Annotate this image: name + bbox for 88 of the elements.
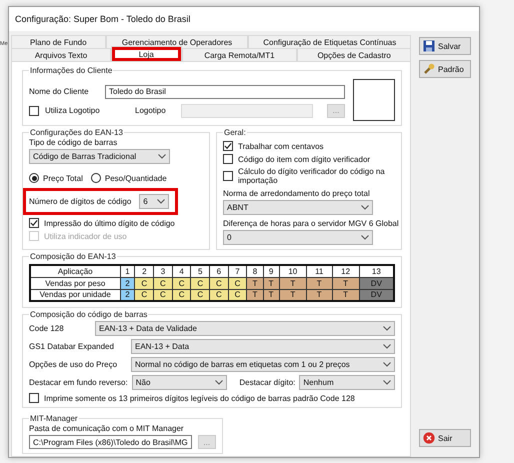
column-header: 7: [228, 265, 247, 277]
field-label: Norma de arredondamento do preço total: [223, 189, 370, 198]
column-header: 12: [332, 265, 360, 277]
checkbox-label: Imprime somente os 13 primeiros dígitos legíveis do código de barras padrão Code 128: [44, 394, 355, 402]
row-header: Vendas por peso: [30, 277, 120, 289]
chevron-down-icon: [157, 199, 166, 204]
tab[interactable]: Opções de Cadastro: [297, 48, 411, 61]
column-header: 3: [154, 265, 172, 277]
chevron-down-icon: [383, 380, 391, 385]
checkbox-label: Impressão do último dígito de código: [44, 218, 175, 228]
tab[interactable]: Carga Remota/MT1: [182, 48, 298, 61]
group-title: Composição do EAN-13: [29, 252, 117, 261]
field-label: Pasta de comunicação com o MIT Manager: [29, 424, 184, 433]
chevron-down-icon: [361, 205, 369, 210]
checkbox-label: Utiliza indicador de uso: [44, 232, 127, 240]
field-label: GS1 Databar Expanded: [29, 342, 115, 351]
option-dropdown[interactable]: Não: [132, 375, 228, 390]
field-label: Opções de uso do Preço: [29, 360, 118, 369]
chevron-down-icon: [383, 362, 391, 367]
logo-preview: [353, 79, 395, 121]
field-label: Nome do Cliente: [29, 87, 90, 96]
chevron-down-icon: [215, 380, 224, 385]
group-title: Composição do código de barras: [29, 310, 148, 319]
checkbox-label: Código do item com dígito verificador: [238, 154, 370, 164]
checkbox-label: Trabalhar com centavos: [238, 142, 324, 150]
option-dropdown[interactable]: ABNT: [223, 200, 373, 215]
column-header: 8: [246, 265, 264, 277]
column-header: 9: [263, 265, 280, 277]
option-dropdown[interactable]: 0: [223, 230, 373, 245]
radio-button[interactable]: [29, 173, 39, 183]
group-title: Geral:: [223, 128, 247, 137]
group-title: Configurações do EAN-13: [29, 128, 124, 137]
toolbar-button[interactable]: Salvar: [419, 37, 471, 55]
option-dropdown[interactable]: Normal no código de barras em etiquetas com 1 ou 2 preços: [131, 357, 395, 372]
chevron-down-icon: [383, 344, 391, 349]
checkbox[interactable]: [223, 141, 233, 151]
column-header: 5: [190, 265, 210, 277]
checkbox[interactable]: [223, 171, 233, 181]
field-label: Logotipo: [135, 106, 167, 115]
checkbox[interactable]: [29, 218, 39, 228]
toolbar-button[interactable]: Padrão: [419, 60, 471, 78]
checkbox[interactable]: [29, 393, 39, 403]
toolbar-button[interactable]: Sair: [419, 429, 471, 447]
radio-label: Peso/Quantidade: [104, 174, 167, 182]
close-icon: [423, 432, 435, 444]
group-title: Informações do Cliente: [29, 66, 114, 75]
radio-button[interactable]: [90, 173, 101, 183]
column-header: 2: [134, 265, 154, 277]
folder-path-field[interactable]: C:\Program Files (x86)\Toledo do Brasil\MG: [29, 435, 192, 449]
chevron-down-icon: [361, 235, 369, 240]
column-header: 11: [306, 265, 332, 277]
field-label: Code 128: [29, 324, 65, 333]
column-header: 6: [210, 265, 228, 277]
chevron-down-icon: [383, 326, 391, 331]
checkbox[interactable]: [29, 106, 39, 116]
column-header: 1: [120, 265, 135, 277]
checkbox-label: Utiliza Logotipo: [45, 106, 101, 115]
checkmark-icon: [224, 142, 232, 150]
column-header: 4: [172, 265, 191, 277]
tab[interactable]: Configuração de Etiquetas Contínuas: [248, 35, 412, 48]
option-dropdown[interactable]: Nenhum: [299, 375, 395, 390]
radio-label: Preço Total: [43, 174, 83, 182]
checkbox-label: Cálculo do dígito verificador do código na importação: [238, 167, 386, 185]
wrench-icon: [423, 63, 435, 75]
tab[interactable]: Gerenciamento de Operadores: [106, 35, 248, 48]
column-header: Aplicação: [30, 265, 120, 277]
field-label: Destacar em fundo reverso:: [29, 378, 128, 387]
client-name-field[interactable]: Toledo do Brasil: [105, 84, 345, 98]
option-dropdown[interactable]: EAN-13 + Data de Validade: [95, 321, 395, 336]
tab[interactable]: Plano de Fundo: [11, 35, 106, 48]
column-header: 13: [359, 265, 394, 277]
tab[interactable]: Arquivos Texto: [11, 48, 111, 61]
barcode-type-dropdown[interactable]: Código de Barras Tradicional: [29, 149, 170, 164]
checkbox[interactable]: [223, 154, 233, 164]
column-header: 10: [279, 265, 306, 277]
field-label: Tipo de código de barras: [29, 138, 118, 147]
row-header: Vendas por unidade: [30, 289, 120, 301]
logo-path-field[interactable]: [181, 104, 313, 118]
option-dropdown[interactable]: EAN-13 + Data: [131, 339, 395, 354]
field-label: Destacar dígito:: [239, 378, 296, 387]
field-label: Número de dígitos de código: [29, 197, 132, 206]
field-label: Diferença de horas para o servidor MGV 6 Global: [223, 219, 399, 228]
window-title: Configuração: Super Bom - Toledo do Brasil: [15, 14, 190, 24]
group-title: MIT-Manager: [29, 414, 79, 423]
checkmark-icon: [30, 219, 38, 227]
digit-count-dropdown[interactable]: 6: [139, 194, 170, 209]
tab[interactable]: Loja: [111, 46, 182, 61]
chevron-down-icon: [158, 154, 166, 159]
